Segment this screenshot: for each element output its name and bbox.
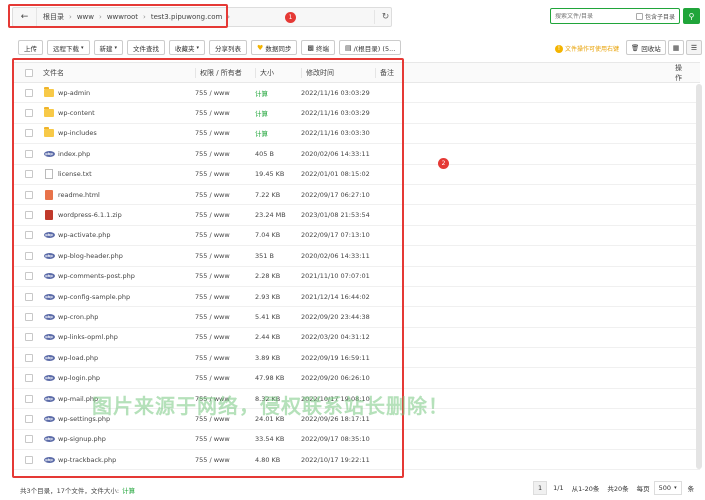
page-current[interactable]: 1 <box>533 481 548 495</box>
search-button[interactable]: ⚲ <box>683 8 700 24</box>
new-button[interactable]: 新建 ▾ <box>93 40 124 55</box>
list-view-icon[interactable]: ☰ <box>686 40 702 55</box>
file-search-label: 文件查找 <box>133 44 160 53</box>
upload-label: 上传 <box>24 44 37 53</box>
calc-size-link[interactable]: 计算 <box>122 487 135 495</box>
per-page-label: 每页 <box>636 485 650 493</box>
header-op: 操作 <box>675 63 682 82</box>
file-search-button[interactable]: 文件查找 <box>127 40 166 55</box>
share-list-button[interactable]: 分享列表 <box>209 40 248 55</box>
disk-icon: ▤ <box>344 43 352 52</box>
page-total: 共20条 <box>607 485 629 493</box>
upload-button[interactable]: 上传 <box>18 40 43 55</box>
chevron-down-icon: ▾ <box>114 44 118 51</box>
new-label: 新建 <box>99 44 113 53</box>
per-page-value: 500 <box>658 484 672 492</box>
search-input[interactable] <box>555 12 636 20</box>
data-sync-label: 数据同步 <box>265 44 292 53</box>
toolbar: 上传 远程下载 ▾ 新建 ▾ 文件查找 收藏夹 ▾ 分享列表 ♥ 数据同步 ▩ 终端 ▤ /… <box>18 40 405 55</box>
chevron-down-icon: ▾ <box>674 485 677 491</box>
root-dir-label: /(根目录) (5... <box>353 44 396 53</box>
grid-view-icon[interactable]: ▦ <box>668 40 684 55</box>
subdir-label: 包含子目录 <box>644 13 675 21</box>
scrollbar[interactable] <box>696 84 702 469</box>
watermark-text: 图片来源于网络，侵权联系站长删除！ <box>92 394 449 418</box>
root-dir-button[interactable]: ▤/(根目录) (5... <box>338 40 402 55</box>
page-info: 1/1 <box>553 484 564 492</box>
header-note: 备注 <box>375 67 670 78</box>
tip-text: 文件操作可使用右键 <box>565 46 620 53</box>
summary-text: 共3个目录，17个文件，文件大小: <box>20 487 120 495</box>
trash-icon: 🗑 <box>631 43 640 52</box>
page-range: 从1-20条 <box>571 485 600 493</box>
footer-summary: 共3个目录，17个文件，文件大小: 计算 <box>20 485 135 495</box>
info-icon: ! <box>555 44 563 53</box>
terminal-icon: ▩ <box>307 43 314 52</box>
favorites-button[interactable]: 收藏夹 ▾ <box>169 40 206 55</box>
per-page-select[interactable]: 500 ▾ <box>653 481 682 495</box>
right-click-tip: ! 文件操作可使用右键 <box>555 44 619 53</box>
chevron-down-icon: ▾ <box>196 44 200 51</box>
recycle-bin-button[interactable]: 🗑 回收站 <box>626 40 666 55</box>
terminal-label: 终端 <box>315 44 329 53</box>
share-list-label: 分享列表 <box>215 44 242 53</box>
terminal-button[interactable]: ▩ 终端 <box>301 40 335 55</box>
chevron-down-icon: ▾ <box>81 44 84 51</box>
subdir-checkbox[interactable] <box>635 12 643 20</box>
favorites-label: 收藏夹 <box>175 44 195 53</box>
refresh-icon[interactable]: ↻ <box>374 10 389 24</box>
include-subdir-toggle[interactable]: 包含子目录 <box>635 12 675 21</box>
callout-box-1 <box>8 4 228 28</box>
remote-download-label: 远程下载 <box>53 44 79 53</box>
callout-badge-1: 1 <box>285 12 296 23</box>
callout-badge-2: 2 <box>438 158 449 169</box>
search-box: 包含子目录 <box>550 8 680 24</box>
per-page-unit: 条 <box>687 485 695 493</box>
data-sync-button[interactable]: ♥ 数据同步 <box>251 40 298 55</box>
remote-download-button[interactable]: 远程下载 ▾ <box>47 40 90 55</box>
search-icon: ⚲ <box>688 11 695 21</box>
pagination: 1 1/1 从1-20条 共20条 每页 500 ▾ 条 <box>533 481 698 495</box>
sync-icon: ♥ <box>257 43 264 52</box>
recycle-label: 回收站 <box>641 44 661 53</box>
